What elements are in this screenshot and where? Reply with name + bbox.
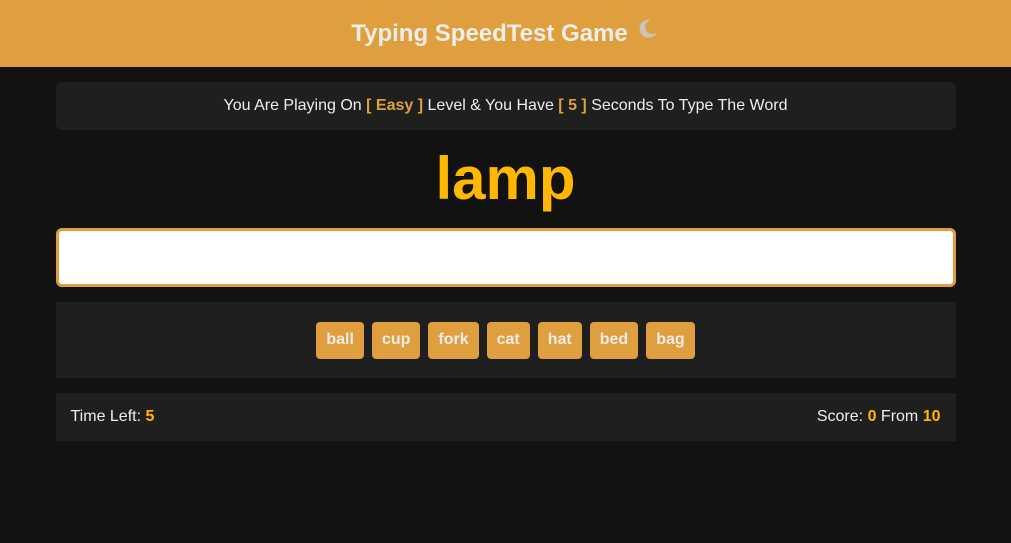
score-value: 0: [867, 408, 877, 425]
moon-icon[interactable]: [636, 17, 660, 41]
level-name: [ Easy ]: [366, 97, 424, 114]
header: Typing SpeedTest Game: [0, 0, 1011, 67]
upcoming-words: ball cup fork cat hat bed bag: [55, 302, 956, 378]
word-input[interactable]: [55, 228, 956, 287]
page-title: Typing SpeedTest Game: [351, 19, 628, 47]
message-middle: Level & You Have: [427, 97, 554, 114]
time-left: Time Left: 5: [71, 408, 155, 426]
time-left-value: 5: [145, 408, 155, 425]
upcoming-word: bag: [646, 321, 695, 359]
message-prefix: You Are Playing On: [223, 97, 362, 114]
game-container: You Are Playing On [ Easy ] Level & You …: [55, 82, 956, 441]
upcoming-word: bed: [589, 321, 639, 359]
score: Score: 0 From 10: [817, 408, 941, 426]
current-word: lamp: [435, 145, 576, 212]
level-seconds: [ 5 ]: [558, 97, 587, 114]
message-suffix: Seconds To Type The Word: [591, 97, 788, 114]
score-total: 10: [922, 408, 941, 425]
score-from-label: From: [880, 408, 919, 425]
upcoming-word: hat: [537, 321, 582, 359]
level-message: You Are Playing On [ Easy ] Level & You …: [55, 82, 956, 130]
upcoming-word: cup: [371, 321, 421, 359]
upcoming-word: fork: [428, 321, 479, 359]
controls-bar: Time Left: 5 Score: 0 From 10: [55, 393, 956, 441]
time-left-label: Time Left:: [70, 408, 142, 425]
upcoming-word: cat: [486, 321, 530, 359]
page-title-wrap: Typing SpeedTest Game: [351, 17, 660, 48]
score-label: Score:: [816, 408, 864, 425]
upcoming-word: ball: [316, 321, 364, 359]
